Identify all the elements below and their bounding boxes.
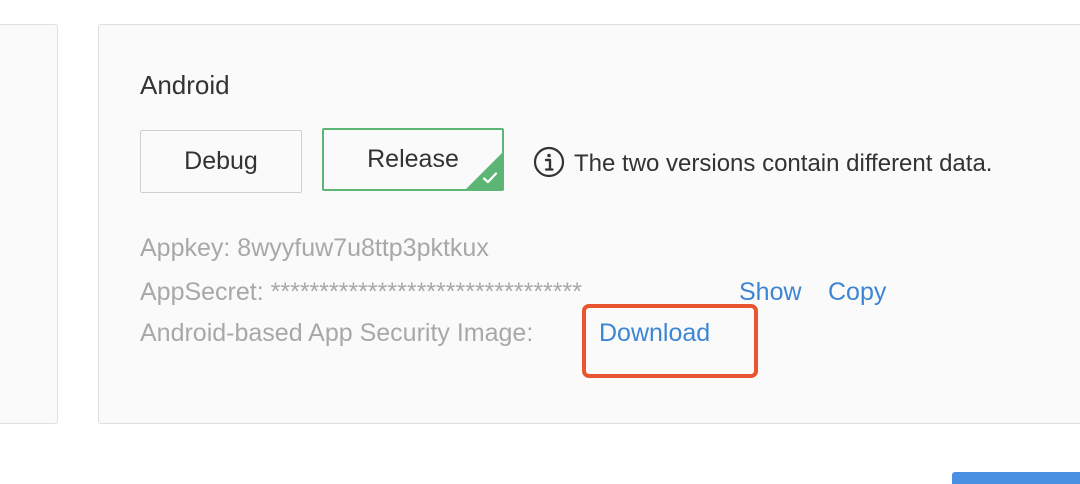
left-card-panel (0, 24, 58, 424)
appsecret-label: AppSecret: (140, 278, 264, 306)
appkey-row: Appkey: 8wyyfuw7u8ttp3pktkux (140, 234, 489, 263)
release-tab-label: Release (367, 145, 459, 173)
security-image-label: Android-based App Security Image: (140, 319, 534, 347)
release-tab-button[interactable]: Release (322, 128, 504, 191)
debug-tab-button[interactable]: Debug (140, 130, 302, 193)
info-icon (533, 146, 565, 178)
debug-tab-label: Debug (184, 147, 258, 175)
platform-title: Android (140, 70, 230, 100)
copy-secret-link[interactable]: Copy (828, 278, 886, 307)
show-secret-link[interactable]: Show (739, 278, 802, 307)
appkey-label: Appkey: (140, 234, 231, 262)
versions-info-text: The two versions contain different data. (574, 150, 993, 177)
download-highlight-box (582, 304, 758, 378)
appkey-value: 8wyyfuw7u8ttp3pktkux (237, 234, 489, 262)
appsecret-value: ******************************** (270, 278, 582, 306)
stage: Android Debug Release The two versions c… (0, 0, 1080, 484)
security-image-row: Android-based App Security Image: (140, 319, 533, 348)
checkmark-icon (482, 172, 498, 184)
primary-action-button[interactable] (952, 472, 1080, 484)
appsecret-row: AppSecret: *****************************… (140, 278, 582, 307)
